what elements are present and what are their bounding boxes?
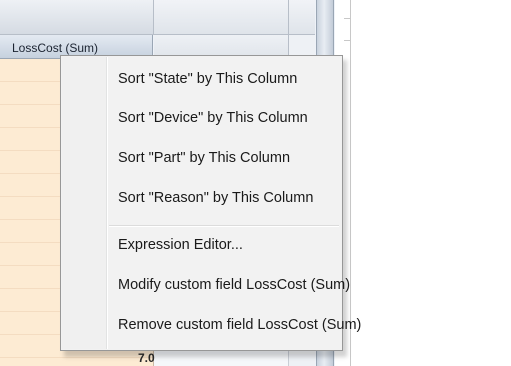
- chart-area: [335, 0, 511, 366]
- group-header-area-3: [289, 0, 315, 35]
- group-header-area-2: [154, 0, 289, 35]
- menu-item-expression-editor[interactable]: Expression Editor...: [63, 229, 340, 261]
- menu-item-modify-custom-field[interactable]: Modify custom field LossCost (Sum): [63, 269, 350, 301]
- menu-separator: [109, 225, 339, 227]
- context-menu: Sort "State" by This Column Sort "Device…: [60, 55, 361, 351]
- group-header-area: [0, 0, 154, 35]
- chart-axis-tick: [344, 40, 351, 41]
- chart-axis-tick: [344, 18, 351, 19]
- menu-item-sort-reason[interactable]: Sort "Reason" by This Column: [63, 182, 340, 214]
- menu-item-sort-state[interactable]: Sort "State" by This Column: [63, 63, 340, 95]
- menu-item-sort-device[interactable]: Sort "Device" by This Column: [63, 102, 340, 134]
- column-header-label: LossCost (Sum): [12, 41, 99, 55]
- menu-item-remove-custom-field[interactable]: Remove custom field LossCost (Sum): [63, 309, 361, 341]
- menu-item-sort-part[interactable]: Sort "Part" by This Column: [63, 142, 340, 174]
